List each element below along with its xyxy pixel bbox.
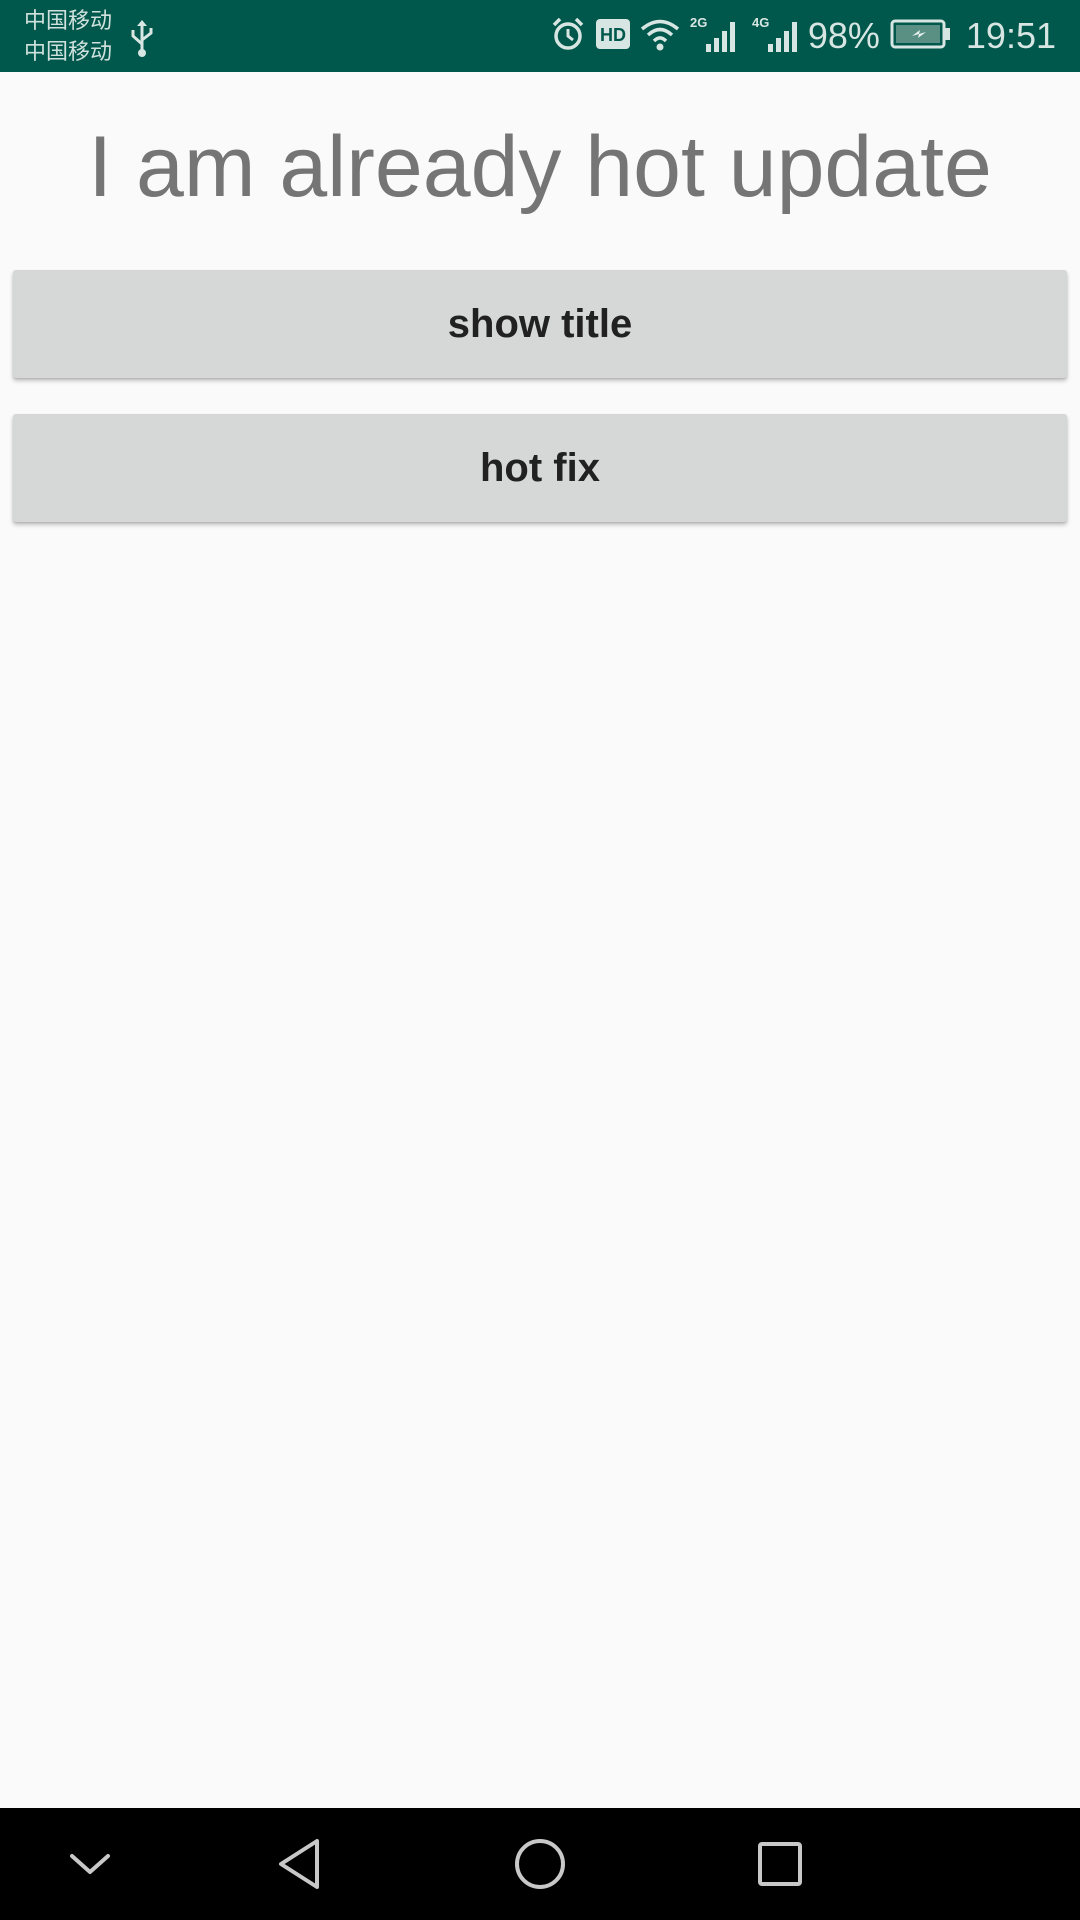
battery-percent: 98%	[807, 15, 880, 56]
battery-charging-icon	[890, 19, 952, 54]
home-button[interactable]	[470, 1808, 610, 1920]
signal-2g-icon: 2G	[690, 14, 742, 59]
navigation-bar	[0, 1808, 1080, 1920]
home-circle-icon	[515, 1839, 565, 1889]
network-4g-label: 4G	[752, 15, 769, 30]
signal-4g-icon: 4G	[752, 14, 804, 59]
carrier-labels: 中国移动 中国移动	[24, 6, 112, 68]
network-2g-label: 2G	[690, 15, 707, 30]
collapse-nav-button[interactable]	[20, 1808, 160, 1920]
headline-text: I am already hot update	[88, 119, 992, 215]
alarm-icon	[550, 16, 586, 57]
show-title-button[interactable]: show title	[13, 270, 1067, 378]
recents-square-icon	[758, 1842, 802, 1886]
carrier-1-label: 中国移动	[24, 9, 113, 34]
hd-icon: HD	[595, 18, 630, 54]
status-icons: HD 2G 4G 98% 19:51	[540, 0, 1056, 72]
carrier-2-label: 中国移动	[24, 40, 113, 65]
back-button[interactable]	[230, 1808, 370, 1920]
status-bar: 中国移动 中国移动 HD 2G 4G 98% 19:51	[0, 0, 1080, 72]
wifi-icon	[640, 16, 680, 57]
chevron-down-icon	[70, 1854, 110, 1874]
recents-button[interactable]	[710, 1808, 850, 1920]
hd-badge-text: HD	[600, 25, 626, 45]
back-triangle-icon	[279, 1839, 319, 1889]
clock-time: 19:51	[965, 15, 1056, 56]
usb-icon	[128, 18, 156, 58]
hot-fix-button[interactable]: hot fix	[13, 414, 1067, 522]
